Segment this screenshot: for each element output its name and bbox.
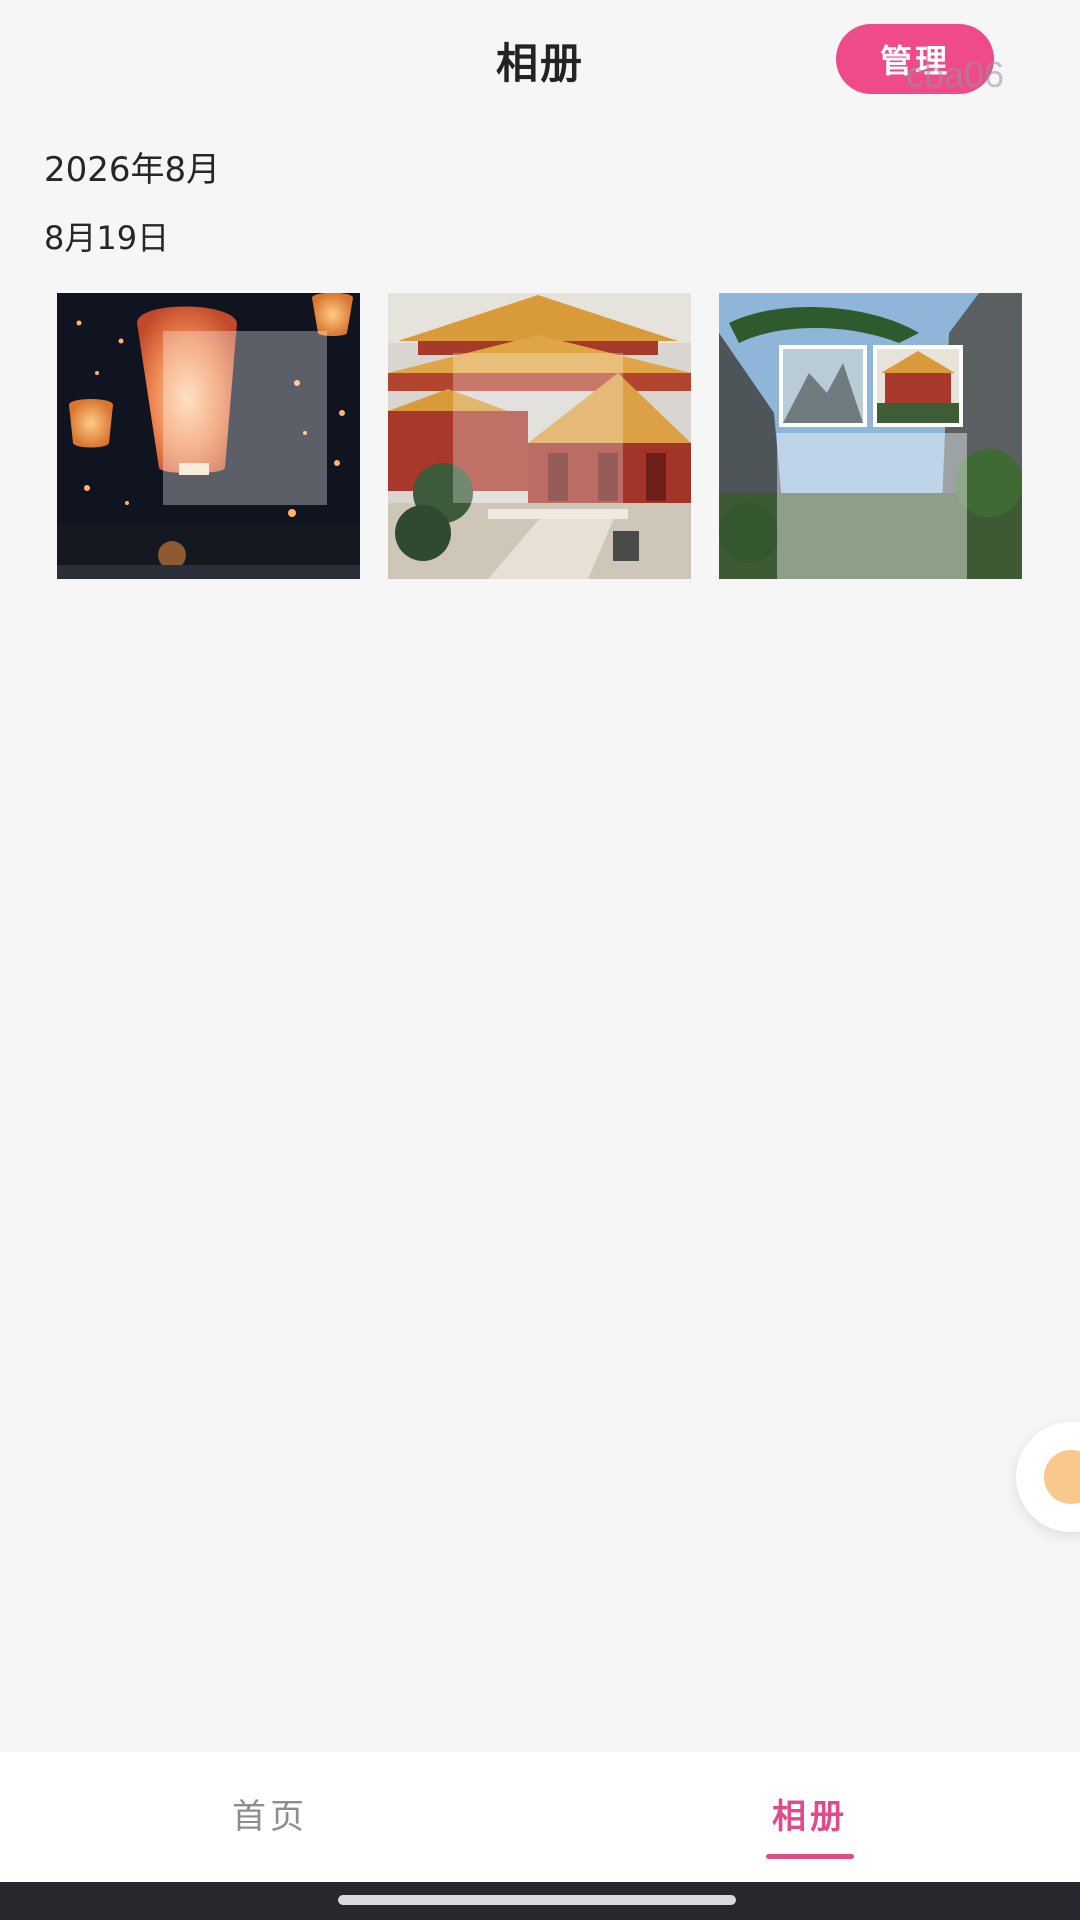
day-heading: 8月19日 [44,219,170,257]
month-heading: 2026年8月 [44,150,221,190]
photo-thumbnail-mountains[interactable] [719,293,1022,579]
header: 相册 管理 cba06 [0,0,1080,118]
photo-thumbnail-lanterns[interactable] [57,293,360,579]
system-navigation-bar [0,1882,1080,1920]
active-tab-indicator [766,1854,854,1859]
watermark-text: cba06 [906,54,1005,95]
tab-album-label: 相册 [772,1796,848,1837]
photo-thumbnail-palace[interactable] [388,293,691,579]
tab-album[interactable]: 相册 [540,1752,1080,1882]
palace-image [388,293,691,579]
floating-action-button[interactable] [1016,1422,1080,1532]
mountains-image [719,293,1022,579]
bottom-tab-bar: 首页 相册 [0,1752,1080,1882]
home-indicator[interactable] [338,1895,736,1905]
float-icon [1044,1450,1080,1504]
lanterns-image [57,293,360,579]
album-screen: 相册 管理 cba06 2026年8月 8月19日 首页 相册 [0,0,1080,1920]
tab-home-label: 首页 [232,1796,308,1837]
tab-home[interactable]: 首页 [0,1752,540,1882]
